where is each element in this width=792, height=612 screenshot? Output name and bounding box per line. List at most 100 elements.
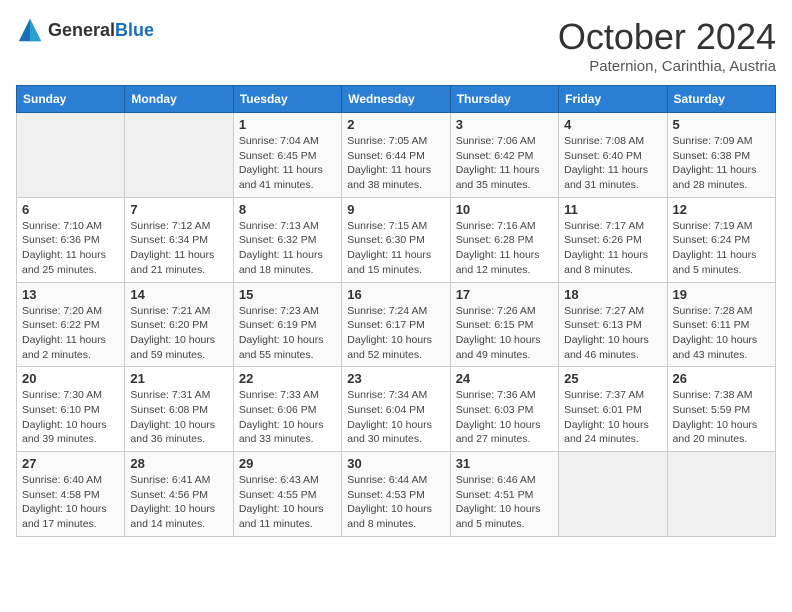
calendar-cell: 1 Sunrise: 7:04 AMSunset: 6:45 PMDaylight… <box>233 113 341 198</box>
day-info: Sunrise: 7:23 AMSunset: 6:19 PMDaylight:… <box>239 304 336 363</box>
calendar-cell: 22 Sunrise: 7:33 AMSunset: 6:06 PMDayligh… <box>233 367 341 452</box>
day-number: 7 <box>130 202 227 217</box>
calendar-week-2: 6Sunrise: 7:10 AMSunset: 6:36 PMDaylight… <box>17 197 776 282</box>
day-info: Sunrise: 6:46 AMSunset: 4:51 PMDaylight:… <box>456 473 553 532</box>
calendar-cell: 6Sunrise: 7:10 AMSunset: 6:36 PMDaylight… <box>17 197 125 282</box>
calendar-cell: 17 Sunrise: 7:26 AMSunset: 6:15 PMDayligh… <box>450 282 558 367</box>
day-info: Sunrise: 7:34 AMSunset: 6:04 PMDaylight:… <box>347 388 444 447</box>
weekday-header-wednesday: Wednesday <box>342 86 450 113</box>
day-info: Sunrise: 7:05 AMSunset: 6:44 PMDaylight:… <box>347 134 444 193</box>
day-number: 2 <box>347 117 444 132</box>
day-number: 18 <box>564 287 661 302</box>
day-info: Sunrise: 7:33 AMSunset: 6:06 PMDaylight:… <box>239 388 336 447</box>
day-info: Sunrise: 7:36 AMSunset: 6:03 PMDaylight:… <box>456 388 553 447</box>
day-info: Sunrise: 7:31 AMSunset: 6:08 PMDaylight:… <box>130 388 227 447</box>
calendar-cell <box>125 113 233 198</box>
calendar-cell: 20Sunrise: 7:30 AMSunset: 6:10 PMDayligh… <box>17 367 125 452</box>
day-number: 20 <box>22 371 119 386</box>
day-number: 13 <box>22 287 119 302</box>
day-info: Sunrise: 7:19 AMSunset: 6:24 PMDaylight:… <box>673 219 770 278</box>
calendar-week-4: 20Sunrise: 7:30 AMSunset: 6:10 PMDayligh… <box>17 367 776 452</box>
day-number: 23 <box>347 371 444 386</box>
day-info: Sunrise: 7:13 AMSunset: 6:32 PMDaylight:… <box>239 219 336 278</box>
calendar-cell: 14 Sunrise: 7:21 AMSunset: 6:20 PMDayligh… <box>125 282 233 367</box>
day-info: Sunrise: 7:26 AMSunset: 6:15 PMDaylight:… <box>456 304 553 363</box>
calendar-cell: 12 Sunrise: 7:19 AMSunset: 6:24 PMDayligh… <box>667 197 775 282</box>
day-info: Sunrise: 7:09 AMSunset: 6:38 PMDaylight:… <box>673 134 770 193</box>
logo: GeneralBlue <box>16 16 154 44</box>
day-info: Sunrise: 7:28 AMSunset: 6:11 PMDaylight:… <box>673 304 770 363</box>
day-number: 27 <box>22 456 119 471</box>
calendar-cell: 3 Sunrise: 7:06 AMSunset: 6:42 PMDaylight… <box>450 113 558 198</box>
day-info: Sunrise: 6:43 AMSunset: 4:55 PMDaylight:… <box>239 473 336 532</box>
day-info: Sunrise: 6:44 AMSunset: 4:53 PMDaylight:… <box>347 473 444 532</box>
day-info: Sunrise: 7:17 AMSunset: 6:26 PMDaylight:… <box>564 219 661 278</box>
day-number: 8 <box>239 202 336 217</box>
day-info: Sunrise: 7:24 AMSunset: 6:17 PMDaylight:… <box>347 304 444 363</box>
weekday-header-row: SundayMondayTuesdayWednesdayThursdayFrid… <box>17 86 776 113</box>
day-number: 24 <box>456 371 553 386</box>
weekday-header-tuesday: Tuesday <box>233 86 341 113</box>
calendar-week-5: 27 Sunrise: 6:40 AMSunset: 4:58 PMDayligh… <box>17 452 776 537</box>
calendar-cell: 28 Sunrise: 6:41 AMSunset: 4:56 PMDayligh… <box>125 452 233 537</box>
day-number: 1 <box>239 117 336 132</box>
day-number: 25 <box>564 371 661 386</box>
calendar-cell: 31Sunrise: 6:46 AMSunset: 4:51 PMDayligh… <box>450 452 558 537</box>
day-number: 12 <box>673 202 770 217</box>
page-header: GeneralBlue October 2024 Paternion, Cari… <box>16 16 776 75</box>
day-info: Sunrise: 7:06 AMSunset: 6:42 PMDaylight:… <box>456 134 553 193</box>
calendar-cell: 24 Sunrise: 7:36 AMSunset: 6:03 PMDayligh… <box>450 367 558 452</box>
day-info: Sunrise: 6:40 AMSunset: 4:58 PMDaylight:… <box>22 473 119 532</box>
calendar-table: SundayMondayTuesdayWednesdayThursdayFrid… <box>16 85 776 537</box>
calendar-cell: 18 Sunrise: 7:27 AMSunset: 6:13 PMDayligh… <box>559 282 667 367</box>
day-number: 16 <box>347 287 444 302</box>
day-number: 11 <box>564 202 661 217</box>
calendar-cell <box>17 113 125 198</box>
calendar-cell: 21 Sunrise: 7:31 AMSunset: 6:08 PMDayligh… <box>125 367 233 452</box>
weekday-header-saturday: Saturday <box>667 86 775 113</box>
calendar-cell: 10Sunrise: 7:16 AMSunset: 6:28 PMDayligh… <box>450 197 558 282</box>
day-number: 17 <box>456 287 553 302</box>
calendar-week-3: 13 Sunrise: 7:20 AMSunset: 6:22 PMDayligh… <box>17 282 776 367</box>
weekday-header-sunday: Sunday <box>17 86 125 113</box>
calendar-cell: 4 Sunrise: 7:08 AMSunset: 6:40 PMDaylight… <box>559 113 667 198</box>
day-number: 19 <box>673 287 770 302</box>
day-number: 14 <box>130 287 227 302</box>
day-number: 4 <box>564 117 661 132</box>
day-info: Sunrise: 7:37 AMSunset: 6:01 PMDaylight:… <box>564 388 661 447</box>
logo-blue: Blue <box>115 20 154 40</box>
day-number: 21 <box>130 371 227 386</box>
calendar-cell: 27 Sunrise: 6:40 AMSunset: 4:58 PMDayligh… <box>17 452 125 537</box>
calendar-cell: 15Sunrise: 7:23 AMSunset: 6:19 PMDayligh… <box>233 282 341 367</box>
day-number: 22 <box>239 371 336 386</box>
calendar-week-1: 1 Sunrise: 7:04 AMSunset: 6:45 PMDaylight… <box>17 113 776 198</box>
calendar-cell: 29 Sunrise: 6:43 AMSunset: 4:55 PMDayligh… <box>233 452 341 537</box>
calendar-cell: 26Sunrise: 7:38 AMSunset: 5:59 PMDayligh… <box>667 367 775 452</box>
calendar-cell: 30Sunrise: 6:44 AMSunset: 4:53 PMDayligh… <box>342 452 450 537</box>
day-info: Sunrise: 7:21 AMSunset: 6:20 PMDaylight:… <box>130 304 227 363</box>
weekday-header-thursday: Thursday <box>450 86 558 113</box>
calendar-cell: 16 Sunrise: 7:24 AMSunset: 6:17 PMDayligh… <box>342 282 450 367</box>
calendar-cell: 13 Sunrise: 7:20 AMSunset: 6:22 PMDayligh… <box>17 282 125 367</box>
calendar-cell: 19 Sunrise: 7:28 AMSunset: 6:11 PMDayligh… <box>667 282 775 367</box>
calendar-cell: 25 Sunrise: 7:37 AMSunset: 6:01 PMDayligh… <box>559 367 667 452</box>
day-info: Sunrise: 7:08 AMSunset: 6:40 PMDaylight:… <box>564 134 661 193</box>
calendar-cell: 9Sunrise: 7:15 AMSunset: 6:30 PMDaylight… <box>342 197 450 282</box>
day-info: Sunrise: 7:27 AMSunset: 6:13 PMDaylight:… <box>564 304 661 363</box>
day-info: Sunrise: 6:41 AMSunset: 4:56 PMDaylight:… <box>130 473 227 532</box>
day-number: 29 <box>239 456 336 471</box>
calendar-cell: 8 Sunrise: 7:13 AMSunset: 6:32 PMDaylight… <box>233 197 341 282</box>
day-number: 3 <box>456 117 553 132</box>
calendar-cell: 2 Sunrise: 7:05 AMSunset: 6:44 PMDaylight… <box>342 113 450 198</box>
day-info: Sunrise: 7:15 AMSunset: 6:30 PMDaylight:… <box>347 219 444 278</box>
day-number: 28 <box>130 456 227 471</box>
title-block: October 2024 Paternion, Carinthia, Austr… <box>558 16 776 75</box>
calendar-cell: 23 Sunrise: 7:34 AMSunset: 6:04 PMDayligh… <box>342 367 450 452</box>
day-info: Sunrise: 7:20 AMSunset: 6:22 PMDaylight:… <box>22 304 119 363</box>
location-subtitle: Paternion, Carinthia, Austria <box>558 58 776 75</box>
day-number: 10 <box>456 202 553 217</box>
logo-general: General <box>48 20 115 40</box>
day-number: 6 <box>22 202 119 217</box>
day-info: Sunrise: 7:04 AMSunset: 6:45 PMDaylight:… <box>239 134 336 193</box>
weekday-header-friday: Friday <box>559 86 667 113</box>
